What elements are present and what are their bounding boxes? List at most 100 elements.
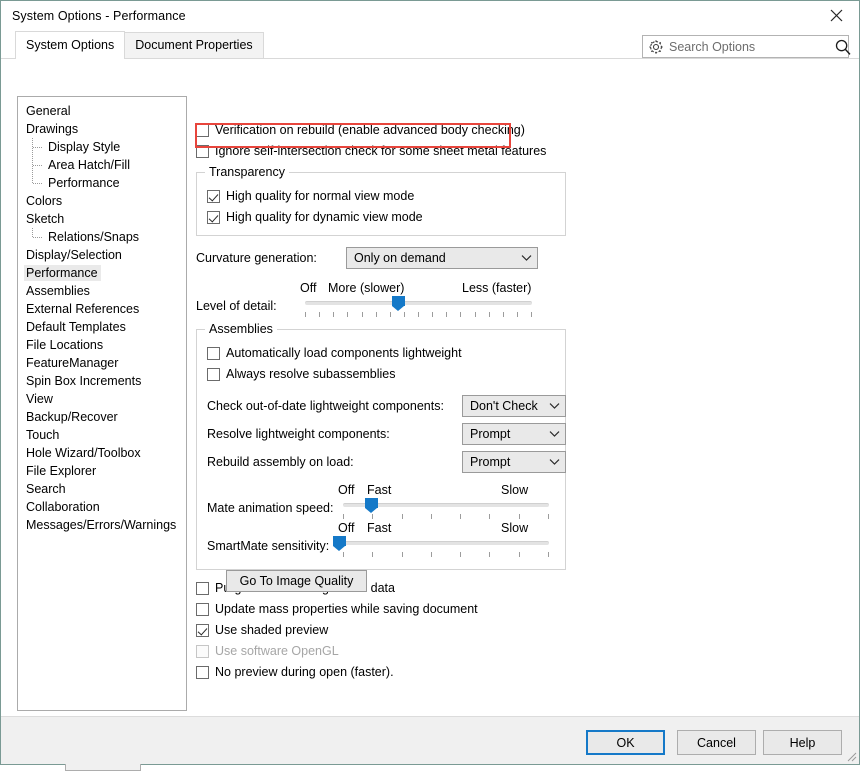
smartmate-label-slow: Slow — [501, 521, 529, 535]
rebuild-assembly-row: Rebuild assembly on load: Prompt — [207, 451, 566, 473]
chevron-down-icon — [543, 430, 565, 438]
checkbox-update-mass-properties-while-saving-document[interactable]: Update mass properties while saving docu… — [196, 600, 566, 618]
resize-grip[interactable] — [844, 749, 857, 762]
sidebar-item-label: Hole Wizard/Toolbox — [26, 446, 141, 460]
sidebar-item-label: File Explorer — [26, 464, 97, 478]
sidebar-item-file-locations[interactable]: File Locations — [18, 336, 186, 354]
sidebar-item-display-selection[interactable]: Display/Selection — [18, 246, 186, 264]
close-button[interactable] — [813, 1, 859, 30]
slider-ticks — [343, 514, 549, 519]
sidebar-item-view[interactable]: View — [18, 390, 186, 408]
lod-label-off: Off — [300, 281, 317, 295]
checkbox-box — [196, 665, 209, 679]
smartmate-label-off: Off — [338, 521, 355, 535]
chevron-down-icon — [543, 402, 565, 410]
curvature-generation-label: Curvature generation: — [196, 251, 317, 265]
cancel-button[interactable]: Cancel — [677, 730, 756, 755]
sidebar-item-display-style[interactable]: Display Style — [18, 138, 186, 156]
checkbox-verification-on-rebuild[interactable]: Verification on rebuild (enable advanced… — [196, 121, 566, 139]
checkbox-label: Use shaded preview — [215, 623, 329, 637]
slider-track — [305, 301, 532, 305]
sidebar-item-drawings[interactable]: Drawings — [18, 120, 186, 138]
sidebar-item-colors[interactable]: Colors — [18, 192, 186, 210]
checkbox-label: Use software OpenGL — [215, 644, 339, 658]
tab-document-properties[interactable]: Document Properties — [124, 32, 264, 58]
sidebar-item-general[interactable]: General — [18, 102, 186, 120]
sidebar-item-label: Collaboration — [26, 500, 100, 514]
sidebar-item-backup-recover[interactable]: Backup/Recover — [18, 408, 186, 426]
resolve-lightweight-select[interactable]: Prompt — [462, 423, 566, 445]
rebuild-assembly-label: Rebuild assembly on load: — [207, 455, 354, 469]
ok-button[interactable]: OK — [586, 730, 665, 755]
sidebar-item-label: Default Templates — [26, 320, 126, 334]
sidebar-item-default-templates[interactable]: Default Templates — [18, 318, 186, 336]
sidebar-item-touch[interactable]: Touch — [18, 426, 186, 444]
sidebar-item-area-hatch-fill[interactable]: Area Hatch/Fill — [18, 156, 186, 174]
checkbox-no-preview-during-open-faster[interactable]: No preview during open (faster). — [196, 663, 566, 681]
search-options-box[interactable] — [642, 35, 852, 58]
sidebar-item-label: Touch — [26, 428, 60, 442]
smartmate-slider[interactable] — [332, 536, 555, 558]
sidebar-item-assemblies[interactable]: Assemblies — [18, 282, 186, 300]
level-of-detail-slider[interactable] — [301, 296, 566, 318]
sidebar-item-label: Area Hatch/Fill — [48, 158, 130, 172]
search-icon[interactable] — [834, 38, 852, 56]
mate-label-fast: Fast — [367, 483, 392, 497]
slider-track — [343, 503, 549, 507]
smartmate-slider-block: Off Fast Slow SmartMate sensitivity: — [207, 521, 555, 557]
checkbox-label: Update mass properties while saving docu… — [215, 602, 478, 616]
help-button[interactable]: Help — [763, 730, 842, 755]
sidebar-item-label: Display Style — [48, 140, 121, 154]
sidebar-item-relations-snaps[interactable]: Relations/Snaps — [18, 228, 186, 246]
sidebar-item-messages-errors-warnings[interactable]: Messages/Errors/Warnings — [18, 516, 186, 534]
curvature-generation-select[interactable]: Only on demand — [346, 247, 538, 269]
sidebar-item-label: General — [26, 104, 71, 118]
checkbox-ignore-self-intersection[interactable]: Ignore self-intersection check for some … — [196, 142, 566, 160]
mate-animation-slider-block: Off Fast Slow Mate animation speed: — [207, 483, 555, 519]
check-outofdate-label: Check out-of-date lightweight components… — [207, 399, 444, 413]
sidebar-item-label: Backup/Recover — [26, 410, 118, 424]
resolve-lightweight-label: Resolve lightweight components: — [207, 427, 390, 441]
sidebar-item-collaboration[interactable]: Collaboration — [18, 498, 186, 516]
checkbox-box — [196, 581, 209, 595]
system-options-dialog: System Options - Performance System Opti… — [0, 0, 860, 771]
sidebar-item-label: Assemblies — [26, 284, 90, 298]
curvature-generation-value: Only on demand — [354, 251, 446, 265]
lod-label-more: More (slower) — [328, 281, 405, 295]
checkbox-high-quality-normal-view[interactable]: High quality for normal view mode — [207, 187, 555, 205]
checkbox-box — [207, 367, 220, 381]
level-of-detail-label: Level of detail: — [196, 299, 277, 313]
go-to-image-quality-button[interactable]: Go To Image Quality — [226, 570, 367, 592]
checkbox-use-software-opengl: Use software OpenGL — [196, 642, 566, 660]
search-input[interactable] — [664, 38, 832, 55]
sidebar-item-file-explorer[interactable]: File Explorer — [18, 462, 186, 480]
sidebar-item-external-references[interactable]: External References — [18, 300, 186, 318]
level-of-detail-tick-labels: Off More (slower) Less (faster) — [196, 281, 566, 296]
level-of-detail-row: Level of detail: — [196, 296, 566, 318]
sidebar-item-hole-wizard-toolbox[interactable]: Hole Wizard/Toolbox — [18, 444, 186, 462]
bottom-checkbox-list: Purge cached configuration dataUpdate ma… — [196, 579, 566, 681]
check-outofdate-select[interactable]: Don't Check — [462, 395, 566, 417]
options-category-list[interactable]: General Drawings Display Style Area Hatch/F… — [17, 96, 187, 711]
mate-animation-slider[interactable] — [339, 498, 555, 520]
sidebar-item-label: Drawings — [26, 122, 79, 136]
checkbox-box — [196, 144, 209, 158]
checkbox-auto-load-lightweight[interactable]: Automatically load components lightweigh… — [207, 344, 555, 362]
sidebar-item-performance[interactable]: Performance — [18, 264, 186, 282]
checkbox-box — [207, 210, 220, 224]
checkbox-label: Ignore self-intersection check for some … — [215, 144, 547, 158]
sidebar-item-label: Search — [26, 482, 66, 496]
tab-system-options[interactable]: System Options — [15, 31, 126, 59]
slider-track — [343, 541, 549, 545]
sidebar-item-spin-box-increments[interactable]: Spin Box Increments — [18, 372, 186, 390]
checkbox-use-shaded-preview[interactable]: Use shaded preview — [196, 621, 566, 639]
checkbox-label: High quality for dynamic view mode — [226, 210, 423, 224]
sidebar-item-featuremanager[interactable]: FeatureManager — [18, 354, 186, 372]
mate-label-slow: Slow — [501, 483, 529, 497]
checkbox-high-quality-dynamic-view[interactable]: High quality for dynamic view mode — [207, 208, 555, 226]
sidebar-item-sketch[interactable]: Sketch — [18, 210, 186, 228]
rebuild-assembly-select[interactable]: Prompt — [462, 451, 566, 473]
checkbox-always-resolve-subassemblies[interactable]: Always resolve subassemblies — [207, 365, 555, 383]
sidebar-item-performance[interactable]: Performance — [18, 174, 186, 192]
sidebar-item-search[interactable]: Search — [18, 480, 186, 498]
